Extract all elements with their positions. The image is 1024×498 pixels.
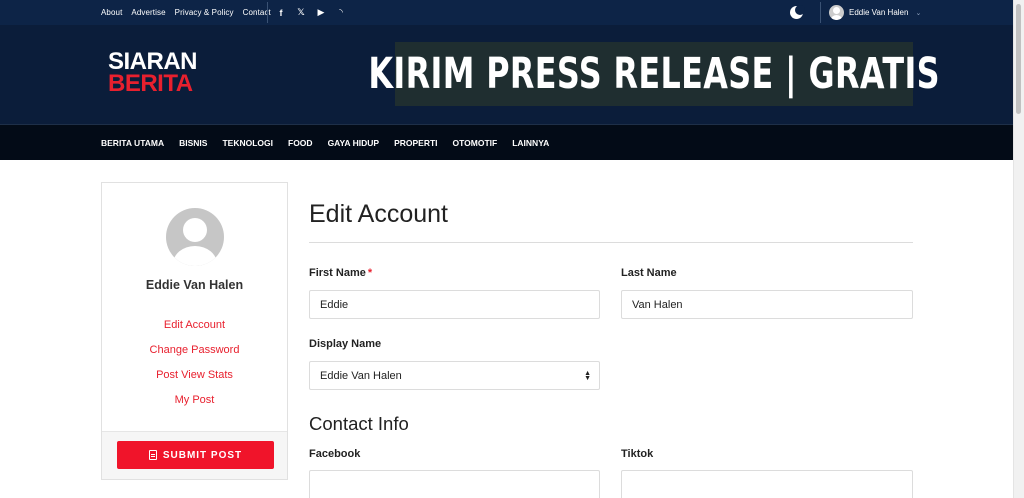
submit-post-label: SUBMIT POST	[162, 449, 243, 461]
required-mark: *	[367, 267, 373, 279]
first-name-value: Eddie	[320, 298, 349, 311]
x-icon[interactable]: 𝕏	[296, 7, 306, 18]
tiktok-label: Tiktok	[621, 448, 654, 460]
banner-text: KIRIM PRESS RELEASE | GRATIS	[368, 49, 940, 99]
nav-items: BERITA UTAMA BISNIS TEKNOLOGI FOOD GAYA …	[101, 125, 549, 160]
top-link-privacy-policy[interactable]: Privacy & Policy	[175, 8, 234, 17]
facebook-label: Facebook	[309, 448, 361, 460]
facebook-icon[interactable]: f	[276, 8, 286, 18]
chevron-down-icon: ⌄	[915, 9, 922, 17]
sidebar-links: Edit Account Change Password Post View S…	[102, 318, 287, 418]
top-link-advertise[interactable]: Advertise	[131, 8, 165, 17]
user-divider	[820, 2, 821, 23]
nav-item-lainnya[interactable]: LAINNYA	[512, 138, 549, 148]
display-name-label: Display Name	[309, 338, 382, 350]
first-name-field[interactable]: Eddie	[309, 290, 600, 319]
last-name-field[interactable]: Van Halen	[621, 290, 913, 319]
sidebar-item-edit-account[interactable]: Edit Account	[102, 318, 287, 343]
top-divider	[267, 2, 268, 23]
sidebar-user-name: Eddie Van Halen	[145, 278, 244, 292]
title-divider	[309, 242, 913, 243]
nav-item-food[interactable]: FOOD	[288, 138, 313, 148]
rss-icon[interactable]: ◝	[336, 7, 346, 18]
select-arrows-icon: ▲ ▼	[584, 370, 591, 382]
user-avatar-icon	[829, 5, 844, 20]
top-links: About Advertise Privacy & Policy Contact	[101, 0, 271, 25]
last-name-label: Last Name	[621, 267, 677, 279]
nav-item-bisnis[interactable]: BISNIS	[179, 138, 207, 148]
submit-post-button[interactable]: SUBMIT POST	[117, 441, 274, 469]
page-title: Edit Account	[309, 200, 448, 228]
sidebar-item-post-view-stats[interactable]: Post View Stats	[102, 368, 287, 393]
moon-icon[interactable]	[790, 5, 805, 19]
display-name-select[interactable]: Eddie Van Halen ▲ ▼	[309, 361, 600, 390]
sidebar-footer: SUBMIT POST	[102, 431, 287, 479]
sidebar-item-change-password[interactable]: Change Password	[102, 343, 287, 368]
scrollbar-thumb[interactable]	[1016, 4, 1021, 114]
top-bar: About Advertise Privacy & Policy Contact…	[0, 0, 1013, 25]
site-header: SIARAN BERITA KIRIM PRESS RELEASE | GRAT…	[0, 25, 1013, 124]
first-name-label: First Name *	[309, 267, 372, 279]
contact-info-heading: Contact Info	[309, 413, 409, 434]
press-release-banner[interactable]: KIRIM PRESS RELEASE | GRATIS	[368, 42, 939, 106]
avatar	[166, 208, 224, 266]
nav-item-otomotif[interactable]: OTOMOTIF	[453, 138, 498, 148]
account-sidebar: Eddie Van Halen Edit Account Change Pass…	[101, 182, 288, 480]
document-icon	[148, 450, 157, 460]
first-name-label-text: First Name	[309, 267, 366, 279]
sidebar-item-my-post[interactable]: My Post	[102, 393, 287, 418]
nav-item-properti[interactable]: PROPERTI	[394, 138, 437, 148]
nav-item-gaya-hidup[interactable]: GAYA HIDUP	[328, 138, 380, 148]
user-menu[interactable]: Eddie Van Halen ⌄	[829, 4, 921, 21]
social-links: f 𝕏 ▶ ◝	[276, 0, 346, 25]
nav-item-berita-utama[interactable]: BERITA UTAMA	[101, 138, 164, 148]
site-logo[interactable]: SIARAN BERITA	[108, 50, 198, 97]
youtube-icon[interactable]: ▶	[316, 7, 326, 18]
logo-line-2: BERITA	[108, 70, 193, 97]
display-name-value: Eddie Van Halen	[320, 369, 402, 382]
top-link-about[interactable]: About	[101, 8, 122, 17]
nav-item-teknologi[interactable]: TEKNOLOGI	[222, 138, 273, 148]
user-name: Eddie Van Halen	[849, 8, 909, 17]
facebook-field[interactable]	[309, 470, 600, 498]
tiktok-field[interactable]	[621, 470, 913, 498]
main-nav: BERITA UTAMA BISNIS TEKNOLOGI FOOD GAYA …	[0, 124, 1013, 160]
last-name-value: Van Halen	[632, 298, 683, 311]
